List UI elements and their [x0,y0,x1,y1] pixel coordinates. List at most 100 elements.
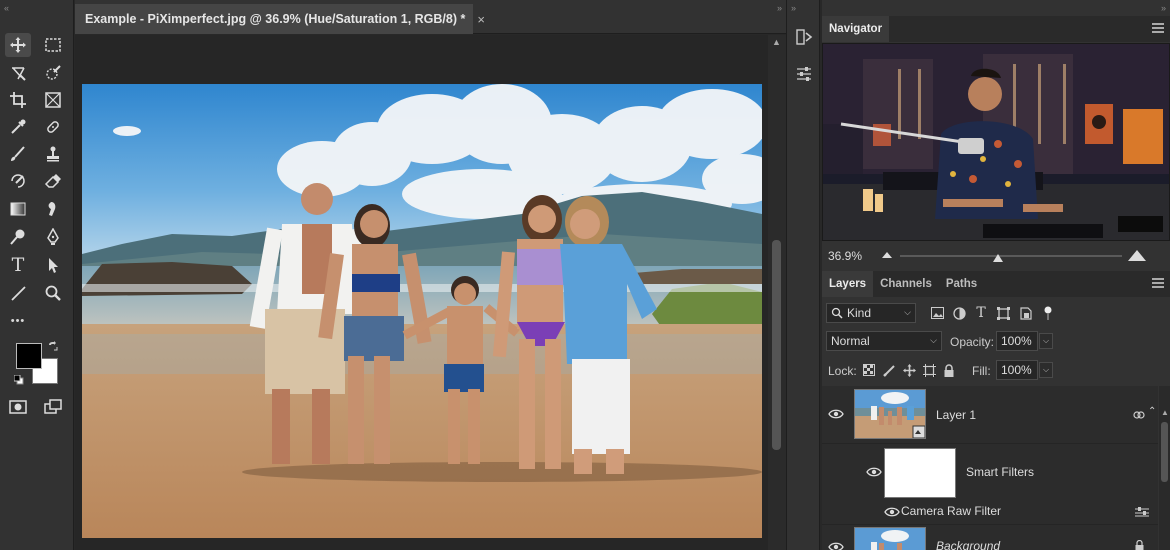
layer-name[interactable]: Background [936,539,1000,550]
smart-object-filter-icon[interactable] [1018,306,1032,320]
screen-mode-button[interactable] [40,395,66,419]
brush-icon [11,146,25,161]
shape-layer-filter-icon[interactable] [996,306,1010,320]
zoom-percentage[interactable]: 36.9% [828,249,862,263]
filter-kind-select[interactable]: Kind ⌵ [826,303,916,323]
marquee-tool-button[interactable] [40,33,66,57]
tab-channels[interactable]: Channels [873,271,939,297]
visibility-eye-icon[interactable] [884,507,900,517]
rectangular-marquee-icon [45,38,61,52]
stamp-icon [47,146,59,162]
beach-family-photo [82,84,762,538]
spot-healing-tool-button[interactable] [40,115,66,139]
clone-stamp-tool-button[interactable] [40,142,66,166]
layers-panel-menu-icon[interactable] [1152,278,1164,288]
visibility-eye-icon[interactable] [828,542,844,550]
canvas-vertical-scrollbar[interactable]: ▲ [768,35,786,550]
filter-effects-icon[interactable] [1133,409,1145,421]
history-panel-button[interactable] [793,26,815,48]
layer-name[interactable]: Layer 1 [936,408,976,422]
blend-opacity-row: Normal ⌵ Opacity: 100% ⌵ [822,328,1170,354]
history-brush-tool-button[interactable] [5,169,31,193]
scroll-up-arrow-icon[interactable]: ▲ [772,37,781,47]
quick-mask-button[interactable] [5,395,31,419]
lock-icon [1135,540,1144,550]
filter-toggle-icon[interactable] [1041,306,1055,320]
pen-tool-button[interactable] [40,225,66,249]
eraser-tool-button[interactable] [40,169,66,193]
crop-tool-button[interactable] [5,88,31,112]
move-tool-button[interactable] [5,33,31,57]
lock-position-icon[interactable] [902,363,916,377]
chevron-down-icon: ⌵ [904,307,911,317]
opacity-dropdown-icon[interactable]: ⌵ [1039,333,1053,349]
fill-dropdown-icon[interactable]: ⌵ [1039,362,1053,378]
type-layer-filter-icon[interactable]: T [974,305,988,321]
navigator-preview[interactable] [822,43,1170,241]
layer-row-background[interactable]: Background [822,524,1158,550]
filter-row-camera-raw[interactable]: Camera Raw Filter [822,501,1158,523]
right-collapse-grip[interactable]: » [1161,3,1166,13]
quick-selection-tool-button[interactable] [40,61,66,85]
expand-dock-grip[interactable]: » [791,3,796,13]
document-image[interactable] [82,84,762,538]
type-tool-button[interactable]: T [5,253,31,277]
scroll-up-arrow-icon[interactable]: ▲ [1161,408,1169,417]
search-icon [831,307,843,319]
collapse-arrow-icon[interactable]: ⌃ [1148,406,1156,417]
visibility-eye-icon[interactable] [866,467,882,477]
lock-all-icon[interactable] [942,363,956,377]
swap-colors-icon[interactable] [48,341,58,351]
expand-grip[interactable]: » [777,3,782,13]
collapse-grip[interactable]: « [4,3,9,13]
lock-transparent-pixels-icon[interactable] [862,363,876,377]
object-selection-icon [12,67,26,81]
tab-layers[interactable]: Layers [822,271,874,297]
pixel-layer-filter-icon[interactable] [930,306,944,320]
tab-navigator[interactable]: Navigator [822,16,890,42]
layers-scrollbar-thumb[interactable] [1161,422,1168,482]
brush-tool-button[interactable] [5,142,31,166]
filter-blending-options-icon[interactable] [1135,507,1149,517]
lock-image-pixels-icon[interactable] [882,363,896,377]
document-tab[interactable]: Example - PiXimperfect.jpg @ 36.9% (Hue/… [75,4,485,34]
adjustment-layer-filter-icon[interactable] [952,306,966,320]
dodge-tool-button[interactable] [5,225,31,249]
default-colors-icon[interactable] [14,375,24,385]
line-tool-button[interactable] [5,281,31,305]
layers-list: Layer 1 ⌃ Smart Filters Camera Raw Filte… [822,386,1158,550]
lock-artboard-icon[interactable] [922,363,936,377]
scrollbar-thumb[interactable] [772,240,781,450]
history-icon [796,29,813,45]
layers-scrollbar[interactable]: ▲ [1159,386,1170,550]
lasso-tool-button[interactable] [5,61,31,85]
visibility-eye-icon[interactable] [828,409,844,419]
navigator-panel-menu-icon[interactable] [1152,23,1164,33]
layer-row-layer-1[interactable]: Layer 1 ⌃ [822,386,1158,444]
more-tools-button[interactable]: ••• [5,309,31,333]
fill-input[interactable]: 100% ⌵ [996,360,1053,380]
layer-row-smart-filters[interactable]: Smart Filters [822,445,1158,501]
gradient-tool-button[interactable] [5,197,31,221]
line-icon [11,286,26,301]
opacity-input[interactable]: 100% ⌵ [996,331,1053,351]
smudge-tool-button[interactable] [40,197,66,221]
smart-filters-name: Smart Filters [966,465,1035,479]
foreground-color-swatch[interactable] [16,343,42,369]
zoom-out-mountain-icon[interactable] [882,250,892,258]
frame-icon [45,92,61,108]
zoom-in-mountain-icon[interactable] [1128,247,1146,261]
bandage-icon [47,121,59,133]
zoom-slider-handle[interactable] [993,254,1003,262]
close-tab-icon[interactable]: × [477,12,485,27]
path-selection-tool-button[interactable] [40,253,66,277]
lock-label: Lock: [828,364,857,378]
zoom-tool-button[interactable] [40,281,66,305]
adjustments-panel-button[interactable] [793,63,815,85]
eyedropper-tool-button[interactable] [5,115,31,139]
zoom-slider-track[interactable] [900,255,1122,257]
tab-paths[interactable]: Paths [939,271,984,297]
blend-mode-select[interactable]: Normal ⌵ [826,331,942,351]
smart-filter-mask-thumbnail[interactable] [884,448,956,498]
frame-tool-button[interactable] [40,88,66,112]
